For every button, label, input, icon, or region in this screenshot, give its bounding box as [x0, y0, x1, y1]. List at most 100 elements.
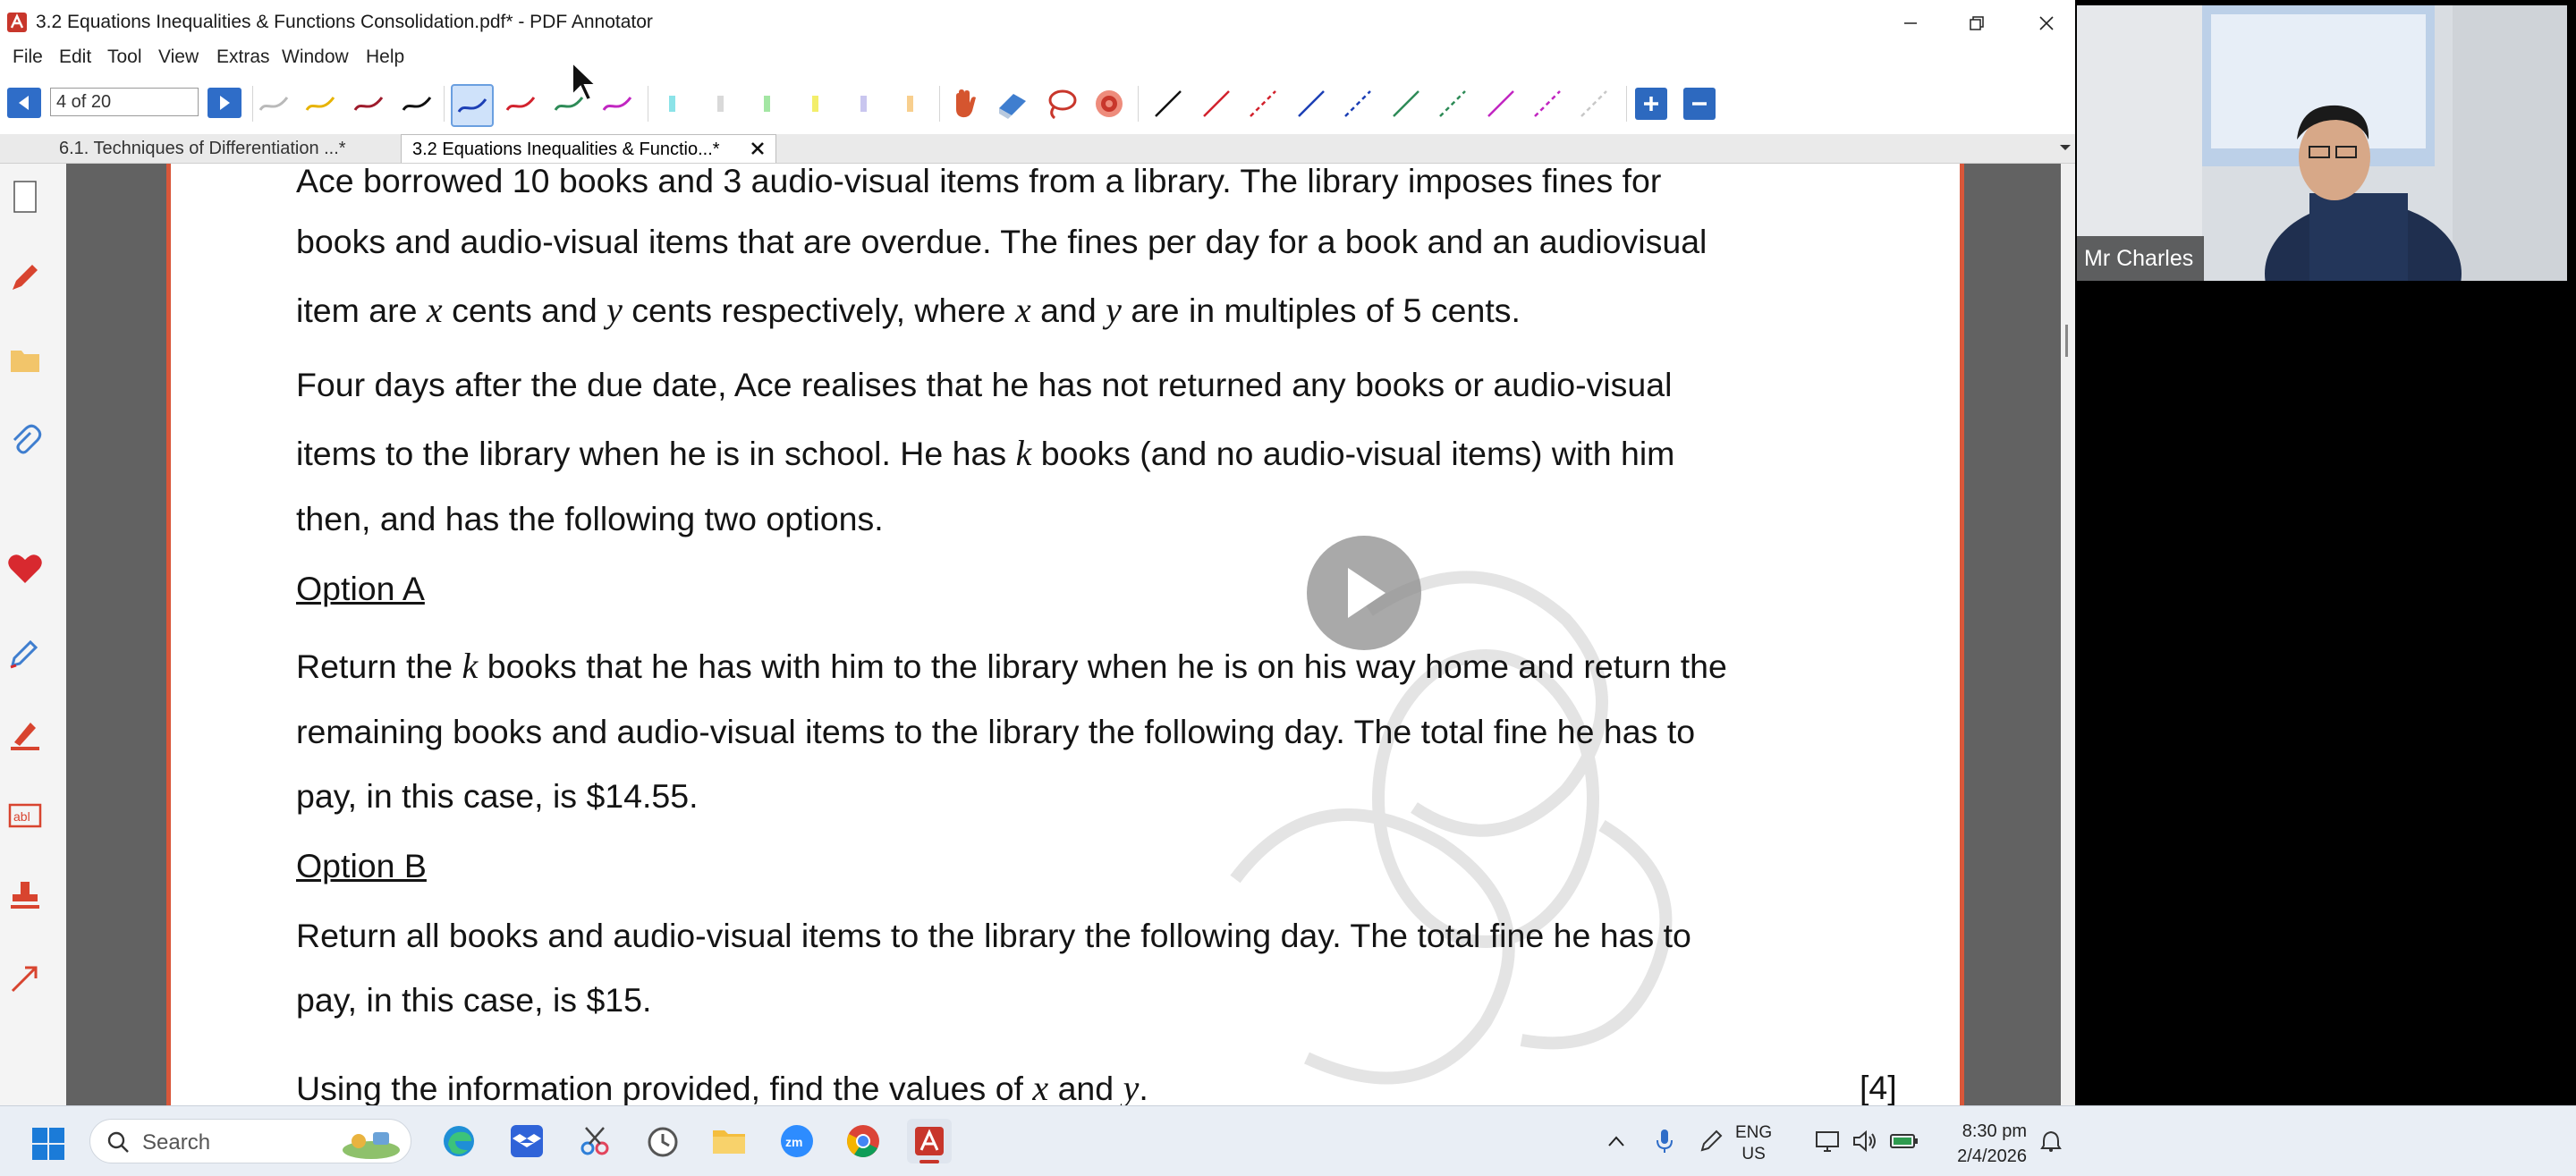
pen-gray-button[interactable] [254, 84, 293, 123]
taskbar-edge[interactable] [436, 1119, 481, 1163]
highlighter-cyan-button[interactable] [653, 84, 692, 123]
arrow-right-icon [220, 96, 230, 110]
line-black-button[interactable] [1148, 84, 1188, 123]
toolbar-separator [939, 86, 940, 122]
pen-dark-red-button[interactable] [349, 84, 388, 123]
taskbar-search-box[interactable]: Search [89, 1119, 411, 1163]
mouse-cursor-icon [572, 61, 597, 102]
pen-icon [1700, 1129, 1723, 1152]
lasso-icon [1048, 89, 1077, 120]
pen-blue-button[interactable] [451, 84, 494, 127]
pen-red-button[interactable] [501, 84, 540, 123]
taskbar-dropbox[interactable] [504, 1119, 549, 1163]
dashed-line-red-icon [1250, 90, 1276, 117]
volume-tray[interactable] [1850, 1126, 1880, 1156]
tab-differentiation[interactable]: 6.1. Techniques of Differentiation ...* [48, 134, 357, 163]
next-page-button[interactable] [208, 88, 242, 118]
eraser-tool-button[interactable] [993, 84, 1032, 123]
previous-page-button[interactable] [7, 88, 41, 118]
dashed-line-blue-button[interactable] [1338, 84, 1377, 123]
dashed-line-gray-icon [1580, 90, 1607, 117]
lasso-tool-button[interactable] [1041, 84, 1080, 123]
menu-file[interactable]: File [13, 47, 43, 68]
highlighter-lavender-button[interactable] [844, 84, 884, 123]
menu-extras[interactable]: Extras [216, 47, 270, 68]
taskbar-zoom[interactable]: zm [775, 1119, 819, 1163]
scrollbar-thumb[interactable] [2065, 325, 2068, 357]
option-a-heading: Option A [296, 570, 425, 607]
folder-icon [11, 351, 39, 372]
taskbar-clock-app[interactable] [640, 1119, 685, 1163]
line-green-button[interactable] [1386, 84, 1426, 123]
show-hidden-icons-button[interactable] [1601, 1126, 1631, 1156]
taskbar-chrome[interactable] [841, 1119, 886, 1163]
restore-button[interactable] [1941, 0, 2012, 47]
page-number-input[interactable] [50, 88, 199, 116]
highlighter-gray-button[interactable] [701, 84, 741, 123]
line-magenta-button[interactable] [1481, 84, 1521, 123]
system-clock[interactable]: 8:30 pm 2/4/2026 [1946, 1119, 2027, 1169]
close-tab-icon[interactable] [748, 139, 767, 158]
line-black-icon [1155, 90, 1182, 117]
highlighter-green-icon [764, 96, 770, 112]
stamp-tool[interactable] [4, 876, 46, 917]
pen-yellow-button[interactable] [301, 84, 340, 123]
highlighter-green-button[interactable] [748, 84, 787, 123]
attachment-tool[interactable] [4, 419, 46, 461]
dashed-line-green-button[interactable] [1433, 84, 1472, 123]
notification-bell-icon [2040, 1130, 2062, 1152]
tab-equations-inequalities[interactable]: 3.2 Equations Inequalities & Functio...* [401, 134, 776, 163]
highlighter-yellow-button[interactable] [796, 84, 835, 123]
menu-window[interactable]: Window [282, 47, 349, 68]
display-tray[interactable] [1812, 1126, 1843, 1156]
highlighter-yellow-icon [812, 96, 818, 112]
taskbar-file-explorer[interactable] [707, 1119, 751, 1163]
pen-tray[interactable] [1696, 1126, 1726, 1156]
menu-view[interactable]: View [158, 47, 199, 68]
pen-black-button[interactable] [397, 84, 436, 123]
dashed-line-gray-button[interactable] [1574, 84, 1614, 123]
favorites-tool[interactable] [4, 548, 46, 589]
text-box-tool[interactable]: abl [4, 795, 46, 836]
toolbar [0, 72, 2075, 135]
dashed-line-magenta-button[interactable] [1528, 84, 1567, 123]
microphone-tray[interactable] [1649, 1126, 1680, 1156]
pen-yellow-icon [305, 97, 335, 111]
arrow-tool[interactable] [4, 958, 46, 999]
battery-tray[interactable] [1889, 1126, 1919, 1156]
zoom-out-button[interactable] [1683, 88, 1716, 120]
minimize-button[interactable] [1875, 0, 1946, 47]
windows-start-icon[interactable] [30, 1126, 66, 1162]
paragraph-2-line-2: items to the library when he is in schoo… [296, 433, 1675, 473]
marker-tool[interactable] [4, 632, 46, 673]
blank-page-tool[interactable] [4, 176, 46, 217]
language-indicator[interactable]: ENG US [1735, 1122, 1772, 1165]
line-red-button[interactable] [1197, 84, 1236, 123]
taskbar-snipping-tool[interactable] [572, 1119, 617, 1163]
taskbar-pdf-annotator[interactable] [907, 1119, 952, 1163]
menu-help[interactable]: Help [366, 47, 404, 68]
stamp-tool-button[interactable] [1089, 84, 1129, 123]
chevron-down-icon[interactable] [2059, 143, 2072, 152]
pen-icon [13, 265, 38, 290]
hand-tool-button[interactable] [946, 84, 986, 123]
hand-icon [956, 89, 976, 118]
zoom-in-button[interactable] [1635, 88, 1667, 120]
play-icon [1348, 568, 1385, 618]
vertical-scrollbar[interactable] [2061, 164, 2075, 1105]
question-line-2: books and audio-visual items that are ov… [296, 223, 1707, 260]
menu-edit[interactable]: Edit [59, 47, 91, 68]
menu-bar: File Edit Tool View Extras Window Help [0, 47, 2075, 72]
close-window-button[interactable] [2011, 0, 2075, 47]
highlighter-orange-button[interactable] [891, 84, 930, 123]
pdf-annotator-app-icon [7, 13, 27, 32]
menu-tool[interactable]: Tool [107, 47, 142, 68]
folder-tool[interactable] [4, 339, 46, 380]
line-blue-button[interactable] [1292, 84, 1331, 123]
dashed-line-red-button[interactable] [1243, 84, 1283, 123]
video-play-button[interactable] [1307, 536, 1421, 650]
pen-magenta-button[interactable] [597, 84, 637, 123]
notifications-button[interactable] [2036, 1126, 2066, 1156]
pen-tool[interactable] [4, 257, 46, 298]
highlighter-tool[interactable] [4, 713, 46, 754]
